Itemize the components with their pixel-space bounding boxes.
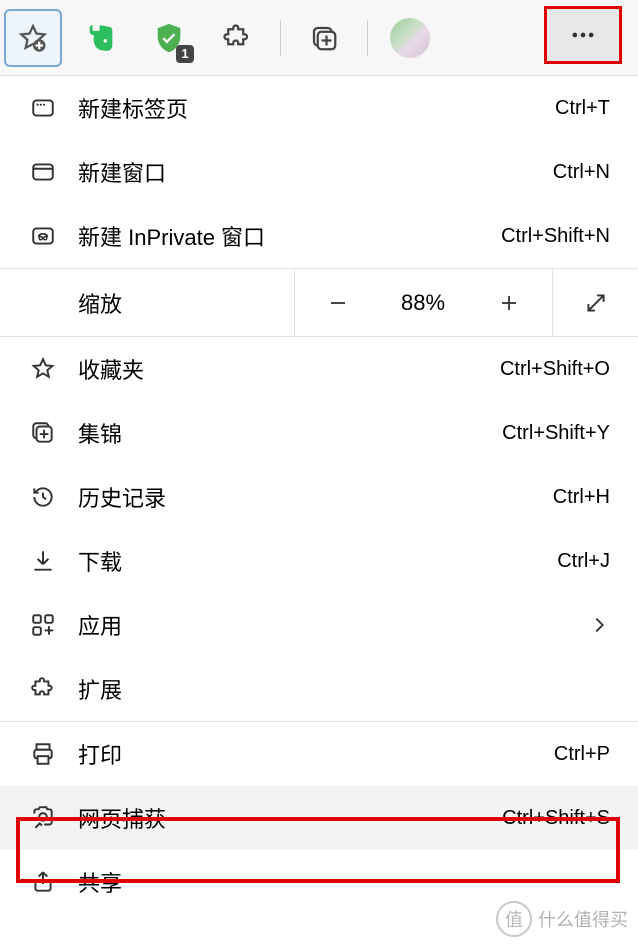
toolbar-separator <box>367 20 368 56</box>
download-icon <box>30 548 78 574</box>
menu-item-label: 新建窗口 <box>78 156 553 188</box>
collections-icon <box>309 23 339 53</box>
menu-item-label: 扩展 <box>78 673 610 705</box>
history-icon <box>30 484 78 510</box>
watermark-icon: 值 <box>496 901 532 937</box>
menu-web-capture[interactable]: 网页捕获 Ctrl+Shift+S <box>0 786 638 850</box>
menu-item-label: 新建 InPrivate 窗口 <box>78 220 501 252</box>
menu-item-label: 共享 <box>78 866 610 898</box>
toolbar-separator <box>280 20 281 56</box>
adguard-extension-button[interactable]: 1 <box>140 9 198 67</box>
menu-new-tab[interactable]: 新建标签页 Ctrl+T <box>0 76 638 140</box>
menu-item-label: 新建标签页 <box>78 92 555 124</box>
inprivate-icon <box>30 223 78 249</box>
menu-item-shortcut: Ctrl+P <box>554 743 610 766</box>
menu-apps[interactable]: 应用 <box>0 593 638 657</box>
menu-item-shortcut: Ctrl+Shift+Y <box>502 422 610 445</box>
puzzle-icon <box>222 23 252 53</box>
menu-item-label: 下载 <box>78 545 557 577</box>
new-tab-icon <box>30 95 78 121</box>
menu-item-label: 应用 <box>78 609 588 641</box>
zoom-in-button[interactable] <box>466 269 552 336</box>
watermark: 值 什么值得买 <box>496 901 628 937</box>
menu-collections[interactable]: 集锦 Ctrl+Shift+Y <box>0 401 638 465</box>
menu-downloads[interactable]: 下载 Ctrl+J <box>0 529 638 593</box>
zoom-value: 88% <box>380 269 466 336</box>
menu-item-label: 历史记录 <box>78 481 553 513</box>
star-icon <box>30 356 78 382</box>
menu-item-shortcut: Ctrl+Shift+S <box>502 807 610 830</box>
share-icon <box>30 869 78 895</box>
collections-icon <box>30 420 78 446</box>
add-favorite-button[interactable] <box>4 9 62 67</box>
extensions-puzzle-button[interactable] <box>208 9 266 67</box>
apps-icon <box>30 612 78 638</box>
menu-item-shortcut: Ctrl+J <box>557 550 610 573</box>
watermark-text: 什么值得买 <box>538 906 628 932</box>
menu-extensions[interactable]: 扩展 <box>0 657 638 721</box>
menu-item-label: 网页捕获 <box>78 802 502 834</box>
ellipsis-icon <box>569 21 597 49</box>
profile-avatar[interactable] <box>390 18 430 58</box>
menu-item-shortcut: Ctrl+H <box>553 486 610 509</box>
extension-badge: 1 <box>176 45 194 63</box>
menu-print[interactable]: 打印 Ctrl+P <box>0 722 638 786</box>
zoom-label: 缩放 <box>0 269 294 336</box>
menu-item-shortcut: Ctrl+Shift+O <box>500 358 610 381</box>
menu-item-label: 收藏夹 <box>78 353 500 385</box>
more-menu-button[interactable] <box>544 6 622 64</box>
plus-icon <box>497 291 521 315</box>
fullscreen-icon <box>583 290 609 316</box>
evernote-extension-button[interactable] <box>72 9 130 67</box>
menu-new-inprivate[interactable]: 新建 InPrivate 窗口 Ctrl+Shift+N <box>0 204 638 268</box>
star-plus-icon <box>18 23 48 53</box>
fullscreen-button[interactable] <box>552 269 638 336</box>
menu-item-shortcut: Ctrl+T <box>555 97 610 120</box>
collections-button[interactable] <box>295 9 353 67</box>
browser-toolbar: 1 <box>0 0 638 76</box>
menu-favorites[interactable]: 收藏夹 Ctrl+Shift+O <box>0 337 638 401</box>
minus-icon <box>326 291 350 315</box>
chevron-right-icon <box>588 614 610 636</box>
menu-new-window[interactable]: 新建窗口 Ctrl+N <box>0 140 638 204</box>
menu-item-label: 打印 <box>78 738 554 770</box>
settings-menu: 新建标签页 Ctrl+T 新建窗口 Ctrl+N 新建 InPrivate 窗口… <box>0 76 638 914</box>
menu-history[interactable]: 历史记录 Ctrl+H <box>0 465 638 529</box>
web-capture-icon <box>30 805 78 831</box>
zoom-out-button[interactable] <box>294 269 380 336</box>
menu-item-label: 集锦 <box>78 417 502 449</box>
evernote-icon <box>84 21 118 55</box>
menu-item-shortcut: Ctrl+Shift+N <box>501 225 610 248</box>
menu-item-shortcut: Ctrl+N <box>553 161 610 184</box>
puzzle-icon <box>30 676 78 702</box>
print-icon <box>30 741 78 767</box>
window-icon <box>30 159 78 185</box>
menu-zoom-row: 缩放 88% <box>0 269 638 337</box>
